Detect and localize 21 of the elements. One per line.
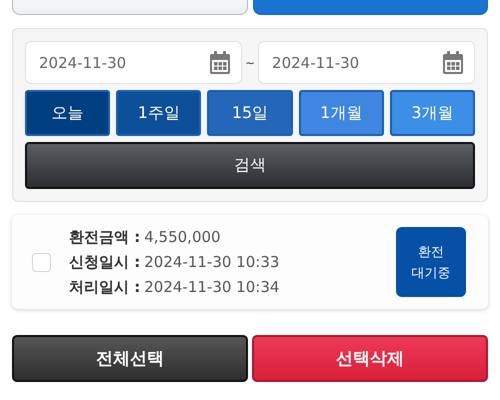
checkbox[interactable]	[32, 252, 51, 272]
field-label: 신청일시 :	[69, 252, 140, 272]
period-button[interactable]: 3개월	[390, 90, 476, 136]
select-all-button[interactable]: 전체선택	[12, 335, 248, 382]
start-date-field[interactable]: 2024-11-30	[25, 41, 242, 84]
search-button[interactable]: 검색	[25, 142, 475, 189]
calendar-icon[interactable]	[208, 50, 231, 74]
delete-selected-button[interactable]: 선택삭제	[252, 335, 488, 382]
status-badge: 환전 대기중	[396, 227, 466, 297]
period-button[interactable]: 1주일	[116, 90, 202, 136]
field-label: 처리일시 :	[69, 278, 140, 296]
end-date-field[interactable]: 2024-11-30	[258, 41, 475, 84]
field-value: 2024-11-30 10:33	[144, 252, 280, 270]
field-value: 2024-11-30 10:34	[144, 278, 280, 296]
period-button[interactable]: 1개월	[298, 90, 384, 136]
period-button[interactable]: 오늘	[25, 90, 110, 136]
field-label: 환전금액 :	[69, 228, 140, 246]
range-separator: ~	[244, 56, 256, 70]
calendar-icon[interactable]	[442, 50, 464, 74]
field-value: 4,550,000	[144, 228, 221, 246]
period-button[interactable]: 15일	[207, 90, 293, 136]
